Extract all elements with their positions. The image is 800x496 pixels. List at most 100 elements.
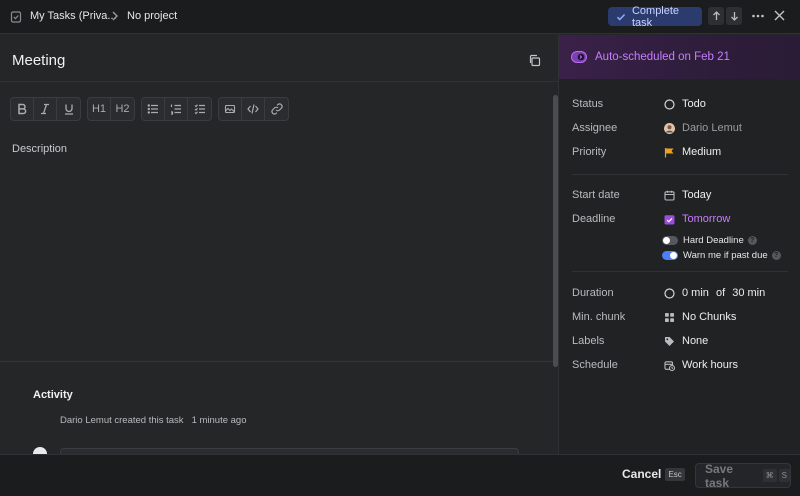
circle-outline-icon (664, 99, 675, 110)
start-date-value[interactable]: Today (682, 189, 711, 201)
assignee-label: Assignee (572, 122, 618, 134)
schedule-label: Schedule (572, 359, 618, 371)
check-icon (616, 13, 626, 21)
format-toolbar-text (10, 97, 81, 121)
labels-value[interactable]: None (682, 335, 708, 347)
warn-past-due-text: Warn me if past due (683, 250, 768, 261)
deadline-value[interactable]: Tomorrow (682, 213, 730, 225)
activity-heading: Activity (33, 389, 73, 401)
warn-past-due-label: Warn me if past due? (683, 250, 781, 261)
divider (572, 271, 788, 272)
bullet-list-button[interactable] (142, 98, 165, 120)
hard-deadline-toggle[interactable] (662, 236, 678, 245)
help-icon[interactable]: ? (747, 235, 757, 245)
image-icon (224, 104, 236, 114)
flag-icon (664, 148, 674, 158)
heading-2-button[interactable]: H2 (111, 98, 134, 120)
bullet-list-icon (147, 104, 158, 114)
divider (0, 81, 558, 82)
duration-max-value[interactable]: 30 min (732, 287, 765, 299)
complete-task-label: Complete task (631, 4, 680, 29)
heading-1-button[interactable]: H1 (88, 98, 111, 120)
cancel-shortcut: Esc (665, 468, 685, 481)
underline-button[interactable] (57, 98, 80, 120)
heading-1-icon: H1 (91, 103, 107, 115)
format-toolbar-headings: H1 H2 (87, 97, 135, 121)
complete-task-button[interactable]: Complete task (608, 4, 702, 29)
schedule-value[interactable]: Work hours (682, 359, 738, 371)
numbered-list-icon (170, 104, 181, 115)
calendar-check-icon (664, 215, 675, 225)
format-toolbar-lists (141, 97, 212, 121)
save-task-label: Save task (705, 461, 734, 490)
cancel-label: Cancel (622, 467, 662, 481)
auto-scheduled-text: Auto-scheduled on Feb 21 (595, 51, 730, 63)
status-label: Status (572, 98, 604, 110)
top-bar: My Tasks (Priva... No project Complete t… (0, 0, 800, 34)
hard-deadline-text: Hard Deadline (683, 235, 744, 246)
hard-deadline-label: Hard Deadline? (683, 235, 757, 246)
duration-of-label: of (715, 287, 726, 299)
italic-button[interactable] (34, 98, 57, 120)
auto-schedule-toggle-icon[interactable] (571, 51, 587, 63)
warn-past-due-toggle[interactable] (662, 251, 678, 260)
previous-task-button[interactable] (708, 7, 724, 25)
activity-entry-text: Dario Lemut created this task (60, 415, 184, 426)
assignee-value[interactable]: Dario Lemut (682, 122, 742, 134)
circle-outline-icon (664, 288, 675, 299)
numbered-list-button[interactable] (165, 98, 188, 120)
underline-icon (64, 104, 73, 115)
activity-entry-time: 1 minute ago (191, 415, 247, 426)
description-editor[interactable]: Description (12, 143, 67, 155)
duration-value: 0 min of 30 min (682, 287, 765, 299)
italic-icon (41, 103, 49, 115)
help-icon[interactable]: ? (771, 250, 781, 260)
toggle-knob (663, 237, 670, 244)
duration-min-value[interactable]: 0 min (682, 287, 709, 299)
save-shortcut-key: S (778, 469, 790, 482)
heading-2-icon: H2 (115, 103, 130, 115)
cancel-button[interactable]: Cancel Esc (622, 467, 685, 481)
labels-label: Labels (572, 335, 605, 347)
arrow-up-icon (712, 11, 720, 20)
copy-icon[interactable] (528, 54, 541, 67)
task-check-icon (10, 11, 22, 23)
bold-button[interactable] (11, 98, 34, 120)
divider (572, 174, 788, 175)
breadcrumb-workspace[interactable]: My Tasks (Priva... (30, 10, 117, 22)
task-editor-pane: Meeting H1 H2 Description Activity Dario… (0, 35, 558, 461)
chevron-right-icon (112, 11, 118, 21)
calendar-clock-icon (664, 361, 675, 371)
close-icon[interactable] (773, 9, 786, 22)
code-button[interactable] (242, 98, 265, 120)
footer-bar: Cancel Esc Save task ⌘ S (0, 454, 800, 496)
duration-label: Duration (572, 287, 614, 299)
calendar-icon (664, 190, 675, 201)
checklist-button[interactable] (188, 98, 211, 120)
link-button[interactable] (265, 98, 288, 120)
grid-icon (665, 313, 674, 322)
more-options-icon[interactable] (751, 9, 765, 23)
task-title[interactable]: Meeting (12, 52, 65, 69)
divider (0, 361, 553, 362)
priority-value[interactable]: Medium (682, 146, 721, 158)
toggle-knob (670, 252, 677, 259)
link-icon (270, 103, 283, 115)
min-chunk-label: Min. chunk (572, 311, 626, 323)
min-chunk-value[interactable]: No Chunks (682, 311, 736, 323)
deadline-label: Deadline (572, 213, 616, 225)
code-icon (247, 104, 259, 114)
task-properties-pane: Auto-scheduled on Feb 21 Status Todo Ass… (559, 35, 800, 454)
checklist-icon (194, 104, 205, 115)
save-task-button[interactable]: Save task ⌘ S (695, 461, 791, 490)
activity-entry: Dario Lemut created this task 1 minute ag… (60, 415, 247, 426)
status-value[interactable]: Todo (682, 98, 706, 110)
image-button[interactable] (219, 98, 242, 120)
format-toolbar-insert (218, 97, 289, 121)
start-date-label: Start date (572, 189, 620, 201)
bold-icon (18, 103, 27, 115)
priority-label: Priority (572, 146, 607, 158)
avatar (664, 123, 675, 134)
next-task-button[interactable] (726, 7, 742, 25)
breadcrumb-project[interactable]: No project (127, 10, 177, 22)
